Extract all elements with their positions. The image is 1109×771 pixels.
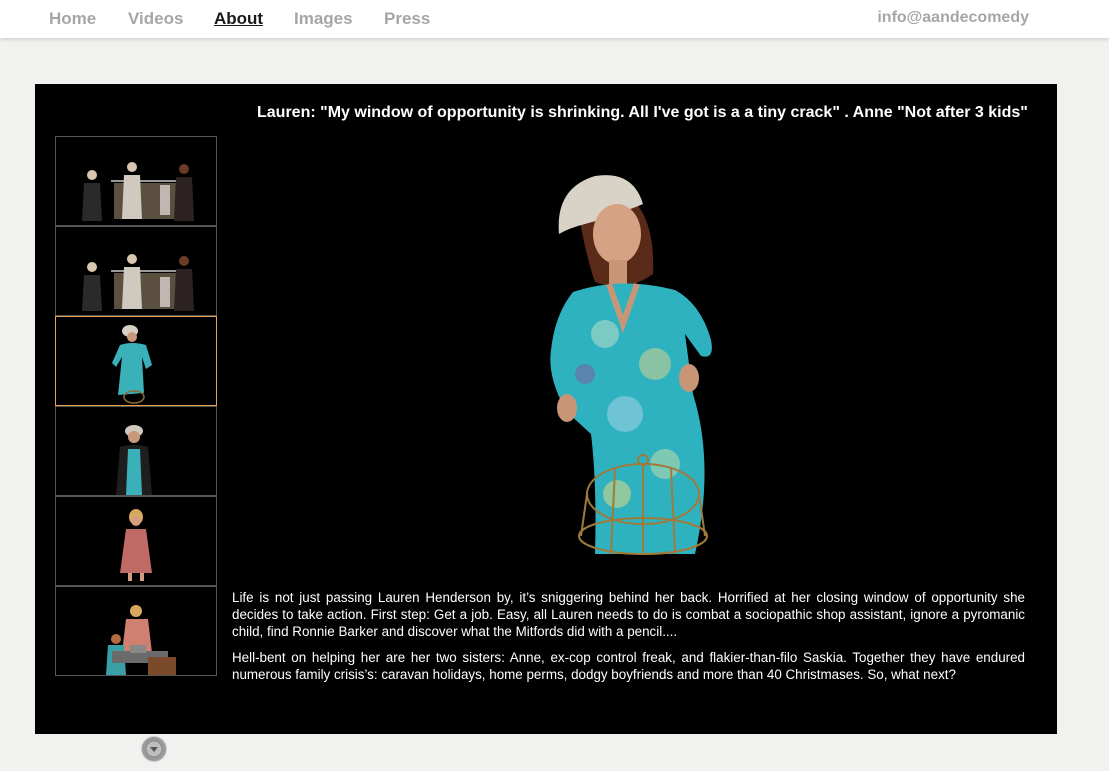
three-sisters-rack-image [56, 137, 216, 225]
nav-press[interactable]: Press [384, 9, 430, 29]
chevron-down-icon [145, 740, 163, 758]
scroll-down-button[interactable] [141, 736, 167, 762]
thumbnail-2[interactable] [55, 226, 217, 316]
thumbnail-3-selected[interactable] [55, 316, 217, 406]
description: Life is not just passing Lauren Henderso… [232, 589, 1025, 692]
top-navigation-bar: Home Videos About Images Press info@aand… [0, 0, 1109, 38]
description-paragraph-1: Life is not just passing Lauren Henderso… [232, 590, 1025, 639]
thumbnail-4[interactable] [55, 406, 217, 496]
email-link[interactable]: info@aandecomedy [877, 9, 1029, 27]
thumbnail-5[interactable] [55, 496, 217, 586]
gallery-panel: Lauren: "My window of opportunity is shr… [35, 84, 1057, 762]
lauren-blue-dress-main-image [525, 164, 785, 556]
three-sisters-rack-image [56, 227, 216, 315]
photo-caption: Lauren: "My window of opportunity is shr… [257, 104, 1028, 121]
nav-videos[interactable]: Videos [128, 9, 183, 29]
sisters-table-scene-image [56, 587, 216, 675]
woman-beanie-jacket-image [56, 407, 216, 495]
nav-about[interactable]: About [214, 9, 263, 29]
woman-pink-dress-image [56, 497, 216, 585]
description-paragraph-2: Hell-bent on helping her are her two sis… [232, 650, 1025, 682]
thumbnail-6[interactable] [55, 586, 217, 676]
nav-images[interactable]: Images [294, 9, 353, 29]
lauren-blue-dress-image [56, 317, 216, 405]
main-photo [525, 164, 785, 561]
thumbnail-1[interactable] [55, 136, 217, 226]
thumbnail-strip [55, 136, 217, 762]
nav-home[interactable]: Home [49, 9, 96, 29]
